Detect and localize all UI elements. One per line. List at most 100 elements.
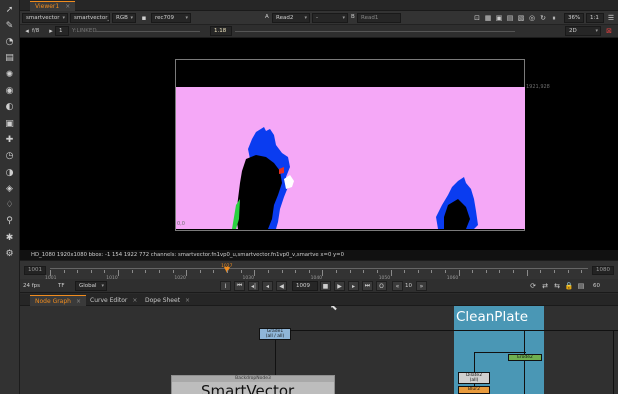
close-icon[interactable]: × (132, 297, 137, 304)
close-icon[interactable]: × (65, 3, 70, 10)
checker-icon[interactable]: ▧ (516, 13, 526, 23)
node-graph-canvas[interactable]: CleanPlate Grade1 (all / all) Erode2 Dil… (20, 306, 618, 394)
roi-icon[interactable]: ⊡ (472, 13, 482, 23)
3d-icon[interactable]: ▣ (4, 118, 15, 129)
tab-label: Dope Sheet (145, 297, 181, 304)
timeline-track[interactable]: 1027 1001101010201030104010501060 (45, 264, 588, 281)
colorspace-dropdown[interactable]: RGB ▾ (112, 13, 136, 23)
play-icon[interactable]: ▶ (334, 281, 345, 291)
play-back-icon[interactable]: ◀ (276, 281, 287, 291)
grid-icon[interactable]: ▦ (483, 13, 493, 23)
channel-dropdown[interactable]: smartvector_fr (70, 13, 110, 23)
matte-shapes (232, 127, 478, 229)
frame-value: 1 (59, 28, 63, 34)
timeline-start[interactable]: 1001 (24, 266, 46, 275)
chevron-down-icon: ▾ (62, 15, 65, 21)
gizmo-icon[interactable]: ✱ (4, 232, 15, 243)
colorspace-value: RGB (116, 15, 128, 21)
backdrop-smartvector[interactable]: BackdropNode3 SmartVector (171, 375, 335, 394)
view-icon[interactable]: ◑ (4, 167, 15, 178)
color-icon[interactable]: ◐ (4, 102, 15, 113)
range-dropdown[interactable]: Global ▾ (75, 281, 107, 291)
clip-icon[interactable]: ◎ (527, 13, 537, 23)
left-toolbar: ➚ ✎ ◔ ▤ ✺ ◉ ◐ ▣ ✚ ◷ ◑ ◈ ♢ ⚲ ✱ ⚙ (0, 0, 20, 394)
lock-range-icon[interactable]: 🔒 (564, 281, 574, 291)
channel-icon[interactable]: ✚ (4, 134, 15, 145)
goto-start-icon[interactable]: ⏮ (234, 281, 245, 291)
refresh-icon[interactable]: ↻ (538, 13, 548, 23)
transform-icon[interactable]: ✎ (4, 20, 15, 31)
pipe-main (275, 330, 618, 331)
menu-icon[interactable]: ☰ (606, 13, 616, 23)
time-icon[interactable]: ◷ (4, 151, 15, 162)
zoom-dropdown[interactable]: 36% (564, 13, 584, 23)
input-a-dropdown[interactable]: Read2 ▾ (272, 13, 310, 23)
view-mode-dropdown[interactable]: 2D ▾ (565, 26, 601, 36)
node-grade[interactable]: Grade1 (all / all) (259, 328, 291, 340)
deep-icon[interactable]: ◈ (4, 183, 15, 194)
lock-icon[interactable]: ⊠ (604, 26, 614, 36)
close-icon[interactable]: × (185, 297, 190, 304)
timeline-tick (376, 270, 378, 273)
next-key-icon[interactable]: ▸ (348, 281, 359, 291)
keyer-icon[interactable]: ◉ (4, 86, 15, 97)
timeline-tick (295, 270, 297, 273)
node-blur[interactable]: Blur2 (458, 386, 490, 394)
merge-icon[interactable]: ▤ (4, 53, 15, 64)
settings-icon[interactable]: ⚙ (4, 249, 15, 260)
gamma-slider[interactable] (235, 31, 515, 32)
timeline-tick (186, 270, 188, 276)
paint-icon[interactable]: ◔ (4, 37, 15, 48)
flipbook-icon[interactable]: ▤ (576, 281, 586, 291)
arrow-left-icon[interactable]: ◂ (22, 26, 32, 36)
pipe-clean-a (524, 330, 525, 394)
goto-end-icon[interactable]: ⏭ (362, 281, 373, 291)
out-point-button[interactable]: O (376, 281, 387, 291)
current-frame-field[interactable]: 1009 (292, 281, 318, 291)
merge-op-dropdown[interactable]: - ▾ (312, 13, 348, 23)
gamma-field[interactable]: 1.18 (210, 26, 232, 36)
skip-back-icon[interactable]: « (392, 281, 403, 291)
timeline[interactable]: 1001 1027 1001101010201030104010501060 1… (20, 260, 618, 281)
sync-icon[interactable]: ⇆ (552, 281, 562, 291)
view-transform-dropdown[interactable]: rec709 ▾ (151, 13, 191, 23)
prev-key-icon[interactable]: ◂ (262, 281, 273, 291)
in-point-button[interactable]: I (220, 281, 231, 291)
tab-node-graph[interactable]: Node Graph × (30, 295, 87, 306)
input-b-dropdown[interactable]: Read1 (357, 13, 401, 23)
tab-dope-sheet[interactable]: Dope Sheet × (140, 295, 195, 306)
other-icon[interactable]: ⚲ (4, 216, 15, 227)
timeline-tick (158, 270, 160, 273)
timeline-end[interactable]: 1080 (592, 266, 614, 275)
timeline-tick (90, 270, 92, 273)
timeline-tick (417, 270, 419, 273)
proxy-dropdown[interactable]: 1:1 (586, 13, 604, 23)
node-erode[interactable]: Erode2 (508, 354, 542, 361)
view-value: rec709 (155, 15, 175, 21)
chevron-down-icon: ▾ (101, 283, 104, 289)
toolsets-icon[interactable]: ♢ (4, 200, 15, 211)
close-icon[interactable]: × (76, 298, 81, 305)
loop-icon[interactable]: ⟳ (528, 281, 538, 291)
filter-icon[interactable]: ✺ (4, 69, 15, 80)
step-back-icon[interactable]: ◂| (248, 281, 259, 291)
pause-icon[interactable]: ⏸ (549, 13, 559, 23)
backdrop-title: CleanPlate (456, 309, 529, 325)
frame-field[interactable]: 1 (55, 26, 69, 36)
overlay-icon[interactable]: ▤ (505, 13, 515, 23)
layer-dropdown[interactable]: smartvector ▾ (22, 13, 68, 23)
viewer-canvas[interactable]: 1921,928 0,0 HD_1080 1920x1080 bbox: -1 … (20, 38, 618, 260)
stop-icon[interactable]: ■ (320, 281, 331, 291)
viewer-gain-row: ◂ f/8 ▸ 1 Y:LINKED 1.18 2D ▾ ⊠ (20, 25, 618, 38)
pointer-icon[interactable]: ➚ (4, 4, 15, 15)
node-dilate[interactable]: Dilate2 (all) (458, 372, 490, 384)
bounce-icon[interactable]: ⇄ (540, 281, 550, 291)
tab-curve-editor[interactable]: Curve Editor × (85, 295, 142, 306)
tab-viewer1[interactable]: Viewer1 × (30, 1, 76, 11)
gain-slider[interactable] (95, 31, 200, 32)
skip-forward-icon[interactable]: » (416, 281, 427, 291)
swatch-icon[interactable]: ▪ (139, 13, 149, 23)
timeline-tick (363, 270, 365, 273)
mask-icon[interactable]: ▣ (494, 13, 504, 23)
timeline-tick (431, 270, 433, 273)
